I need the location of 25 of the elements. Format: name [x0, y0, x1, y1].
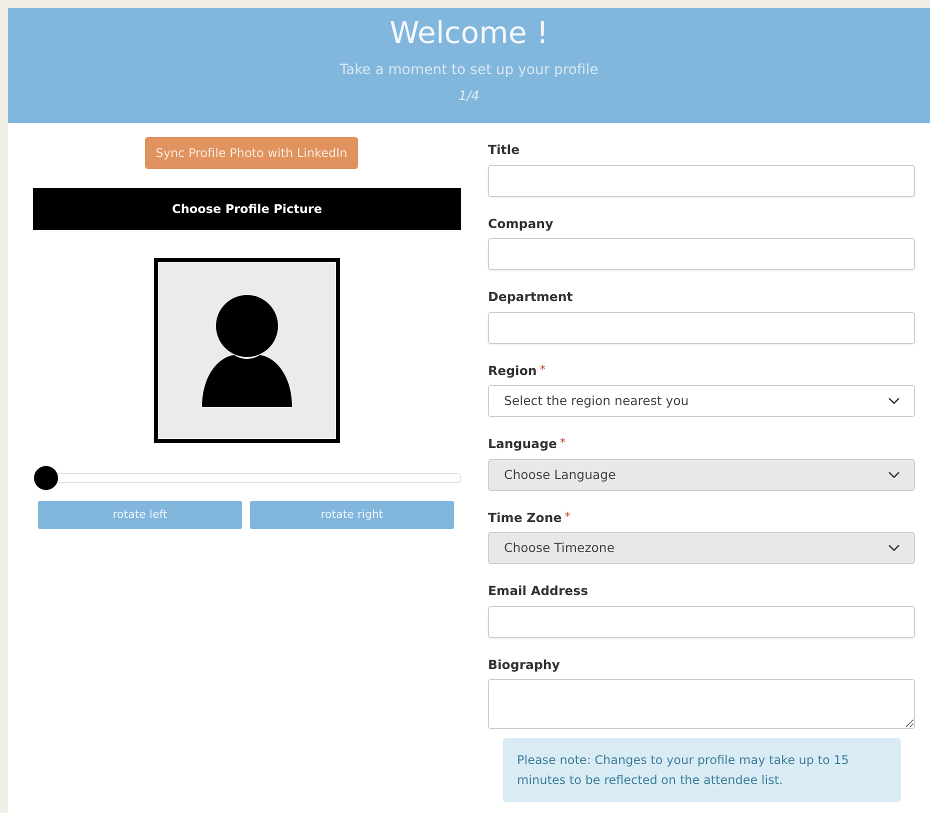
field-label: Department	[488, 288, 573, 306]
input-field[interactable]	[488, 312, 915, 344]
required-mark: *	[540, 362, 546, 378]
required-mark: *	[564, 508, 570, 524]
input-field[interactable]	[488, 606, 915, 638]
field-label: Region	[488, 362, 537, 380]
person-silhouette-icon	[199, 294, 295, 406]
step-indicator: 1/4	[458, 88, 480, 106]
profile-note: Please note: Changes to your profile may take up to 15 minutes to be reflected on the attendee list.	[503, 738, 901, 802]
field-label: Title	[488, 141, 520, 159]
field-label: Email Address	[488, 582, 588, 600]
field-label: Language	[488, 435, 558, 453]
field-label: Time Zone	[488, 508, 562, 526]
zoom-slider[interactable]	[33, 466, 461, 490]
biography-field[interactable]	[488, 679, 915, 730]
field-label: Biography	[488, 656, 560, 674]
input-field[interactable]	[488, 238, 915, 270]
choose-picture-button[interactable]: Choose Profile Picture	[33, 188, 461, 230]
subtitle: Take a moment to set up your profile	[340, 61, 598, 80]
input-field[interactable]	[488, 164, 915, 197]
slider-thumb[interactable]	[34, 466, 58, 490]
dropdown-field[interactable]: Select the region nearest you	[488, 385, 915, 418]
required-mark: *	[560, 435, 566, 451]
field-label: Company	[488, 214, 554, 233]
welcome-title: Welcome !	[390, 15, 548, 53]
